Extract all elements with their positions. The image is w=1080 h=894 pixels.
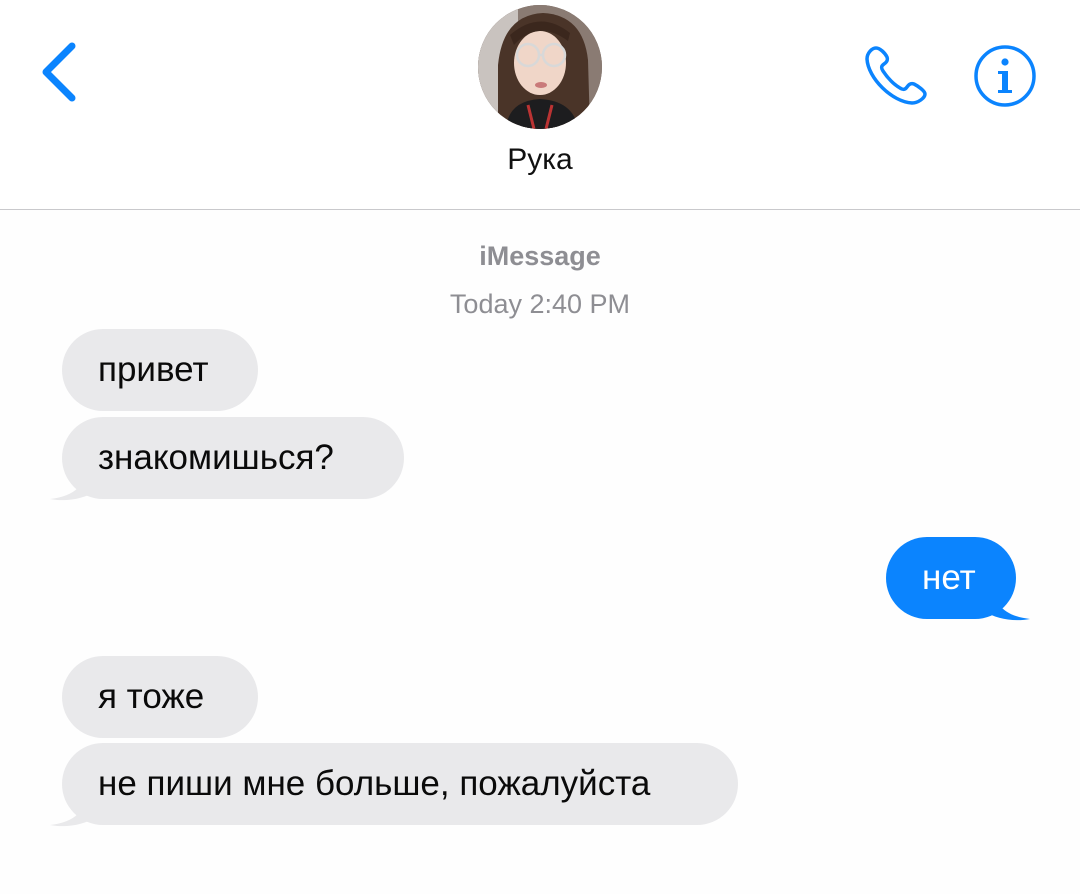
contact-name[interactable]: Рука [0, 143, 1080, 177]
message-bubble-outgoing[interactable]: нет [886, 537, 1016, 619]
message-bubble-incoming[interactable]: знакомишься? [62, 417, 404, 499]
service-label: iMessage [479, 241, 601, 271]
message-bubble-incoming[interactable]: я тоже [62, 656, 258, 738]
message-text: нет [922, 558, 976, 597]
contact-avatar[interactable] [478, 5, 602, 129]
phone-icon [865, 46, 927, 105]
conversation-header: Рука [0, 0, 1080, 210]
call-button[interactable] [862, 42, 932, 108]
chevron-left-icon [42, 42, 76, 102]
timestamp-day: Today [449, 289, 522, 319]
message-text: не пиши мне больше, пожалуйста [98, 764, 651, 803]
avatar-photo [478, 5, 602, 129]
back-button[interactable] [36, 40, 86, 104]
info-icon [974, 45, 1036, 107]
message-text: знакомишься? [98, 438, 334, 477]
timestamp: Today 2:40 PM [0, 289, 1080, 320]
message-bubble-incoming[interactable]: привет [62, 329, 258, 411]
messages-screen: Рука iMessage Today 2:40 PM привет знако… [0, 0, 1080, 894]
message-text: привет [98, 350, 209, 389]
timestamp-time: 2:40 PM [529, 289, 631, 319]
message-text: я тоже [98, 677, 205, 716]
message-bubble-incoming[interactable]: не пиши мне больше, пожалуйста [62, 743, 738, 825]
info-button[interactable] [972, 43, 1038, 109]
